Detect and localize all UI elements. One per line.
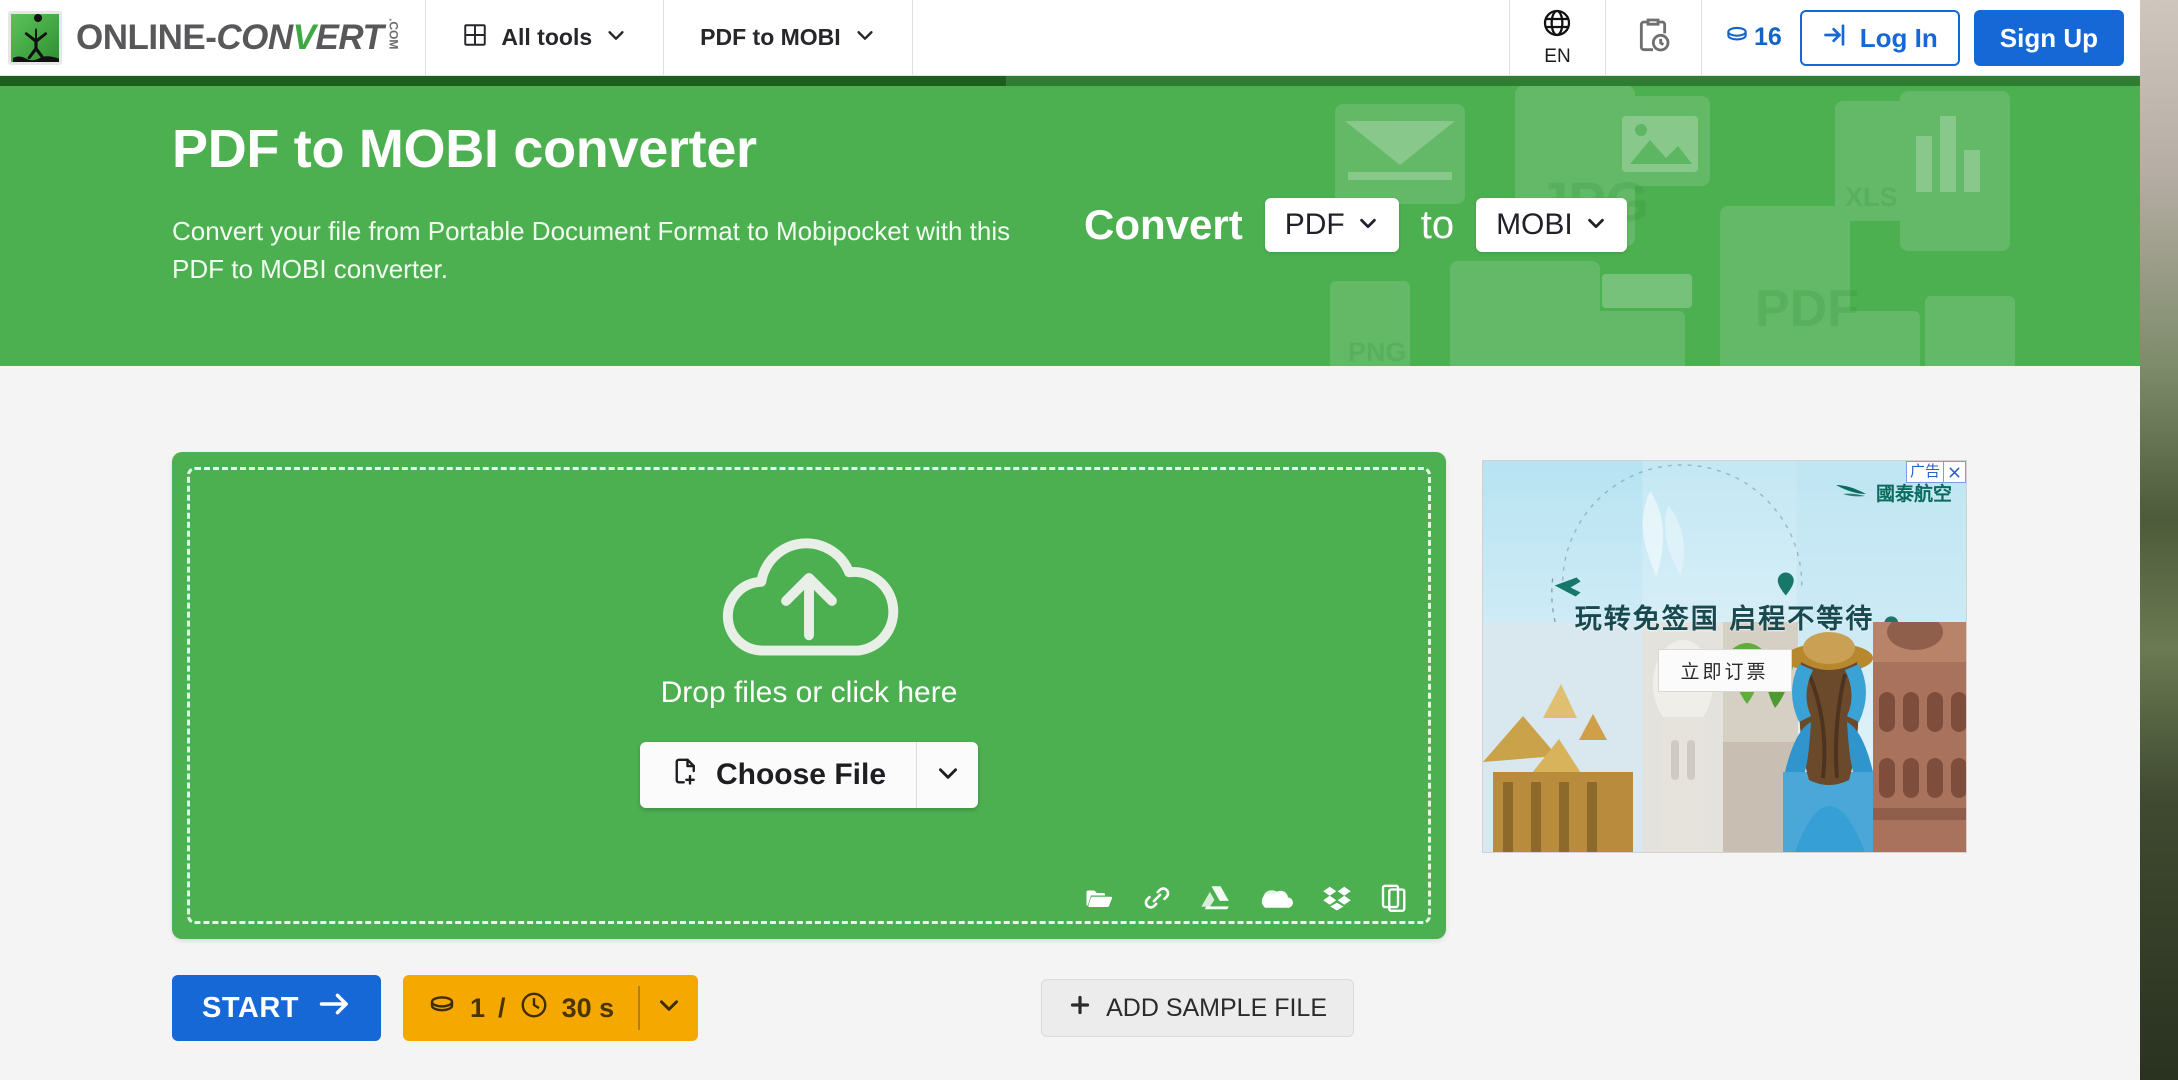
choose-file-dropdown-toggle[interactable] (916, 742, 978, 808)
credit-cost-main: 1 / 30 s (403, 990, 638, 1027)
source-format-select[interactable]: PDF (1264, 198, 1399, 252)
logo-text-con: CON (216, 17, 293, 57)
onedrive-icon[interactable] (1260, 884, 1294, 912)
arrow-right-icon (319, 991, 351, 1025)
target-format-value: MOBI (1496, 208, 1573, 241)
nav-current-tool-label: PDF to MOBI (700, 24, 841, 50)
target-format-select[interactable]: MOBI (1476, 198, 1627, 252)
close-icon[interactable] (1944, 461, 1966, 483)
language-selector[interactable]: EN (1510, 0, 1606, 75)
chevron-down-icon (1357, 208, 1379, 242)
traveler (1783, 632, 1873, 852)
convert-label: Convert (1084, 201, 1243, 248)
logo-text-dash: - (205, 17, 217, 57)
cloud-upload-icon (711, 536, 907, 662)
desktop-background-strip (2140, 0, 2178, 1080)
ad-cta-button[interactable]: 立即订票 (1657, 649, 1792, 692)
hero-content: PDF to MOBI converter Convert your file … (0, 76, 2140, 366)
page-root: ONLINE - CON V ERT .COM All tools PDF to MOB… (0, 0, 2178, 1080)
dropzone-inner: Drop files or click here Choose File (187, 467, 1431, 924)
chevron-down-icon (935, 760, 961, 791)
folder-icon[interactable] (1084, 883, 1114, 913)
ad-brand: 國泰航空 (1835, 479, 1952, 506)
language-label: EN (1544, 46, 1571, 67)
advertisement[interactable]: 广告 國泰航空 玩转免签国 启程不等待 立即订票 (1482, 460, 1967, 853)
file-dropzone[interactable]: Drop files or click here Choose File (172, 452, 1446, 939)
to-label: to (1420, 202, 1455, 247)
hero-banner: JPG PDF XLS PNG DOCX TIFF Aa (0, 76, 2140, 366)
logo-text-ert: ERT (315, 17, 384, 57)
chevron-down-icon (1585, 208, 1607, 242)
dropzone-text: Drop files or click here (660, 676, 958, 709)
link-icon[interactable] (1142, 883, 1172, 913)
hero-text-block: PDF to MOBI converter Convert your file … (172, 119, 1072, 288)
add-sample-file-label: ADD SAMPLE FILE (1106, 993, 1327, 1022)
nav-all-tools[interactable]: All tools (426, 0, 665, 75)
coin-icon (427, 992, 457, 1025)
cathay-brushwing-icon (1835, 481, 1867, 505)
start-button[interactable]: START (172, 975, 382, 1041)
browser-viewport: ONLINE - CON V ERT .COM All tools PDF to MOB… (0, 0, 2140, 1080)
grid-icon (462, 22, 488, 54)
action-bar: START 1 / 30 s ADD SAMPLE FILE (172, 975, 1446, 1041)
logo-text-online: ONLINE (76, 17, 206, 57)
cloud-services-row (1084, 883, 1408, 913)
dropbox-icon[interactable] (1322, 884, 1352, 912)
login-arrow-icon (1822, 21, 1850, 56)
ad-headline: 玩转免签国 启程不等待 (1574, 604, 1875, 634)
add-sample-file-button[interactable]: ADD SAMPLE FILE (1041, 979, 1354, 1037)
format-converter-controls: Convert PDF to MOBI (1084, 198, 1627, 252)
signup-label: Sign Up (1999, 22, 2098, 53)
credits-indicator[interactable]: 16 (1702, 0, 1800, 75)
login-button[interactable]: Log In (1799, 10, 1960, 66)
logo-text-com: .COM (386, 17, 401, 49)
coin-icon (1724, 21, 1750, 54)
credit-time: 30 s (561, 992, 615, 1023)
clock-icon (519, 990, 549, 1027)
logo-wordmark: ONLINE - CON V ERT .COM (76, 17, 401, 58)
chevron-down-icon (656, 992, 682, 1025)
plus-icon (1068, 993, 1092, 1024)
globe-icon (1541, 7, 1573, 44)
converter-column: Drop files or click here Choose File STA… (172, 452, 1446, 1041)
advertisement-column: 广告 國泰航空 玩转免签国 启程不等待 立即订票 (1482, 460, 1967, 853)
page-title: PDF to MOBI converter (172, 119, 757, 179)
site-header: ONLINE - CON V ERT .COM All tools PDF to MOB… (0, 0, 2140, 76)
choose-file-group: Choose File (639, 742, 979, 808)
header-spacer (913, 0, 1510, 75)
choose-file-button[interactable]: Choose File (640, 742, 916, 808)
chevron-down-icon (605, 24, 627, 52)
choose-file-label: Choose File (715, 758, 887, 791)
copy-icon[interactable] (1380, 883, 1408, 913)
site-logo[interactable]: ONLINE - CON V ERT .COM (0, 0, 427, 75)
credits-value: 16 (1753, 23, 1782, 51)
credit-separator: / (498, 992, 506, 1023)
file-plus-icon (670, 756, 700, 794)
login-label: Log In (1859, 22, 1938, 53)
ad-badge-label: 广告 (1905, 461, 1944, 483)
logo-text-v: V (292, 17, 316, 57)
credit-dropdown-toggle[interactable] (638, 986, 698, 1030)
ad-badge: 广告 (1905, 461, 1966, 483)
start-label: START (202, 991, 300, 1024)
page-subtitle: Convert your file from Portable Document… (172, 216, 1011, 284)
source-format-value: PDF (1284, 208, 1345, 241)
ad-brand-label: 國泰航空 (1875, 484, 1952, 505)
credit-cost-badge[interactable]: 1 / 30 s (403, 975, 699, 1041)
signup-button[interactable]: Sign Up (1973, 10, 2124, 66)
person-logo-icon (8, 10, 62, 65)
clipboard-clock-icon (1633, 15, 1673, 60)
chevron-down-icon (854, 24, 876, 52)
main-content: Drop files or click here Choose File STA… (0, 366, 2140, 1041)
credit-count: 1 (470, 992, 486, 1023)
google-drive-icon[interactable] (1200, 883, 1232, 913)
nav-current-tool[interactable]: PDF to MOBI (664, 0, 913, 75)
nav-all-tools-label: All tools (501, 24, 593, 50)
history-button[interactable] (1606, 0, 1702, 75)
